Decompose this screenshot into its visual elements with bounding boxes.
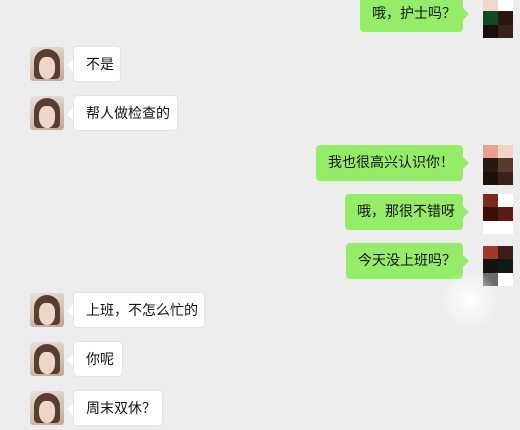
message-text: 上班，不怎么忙的 xyxy=(86,303,198,319)
message-text: 你呢 xyxy=(86,352,114,368)
avatar-face xyxy=(39,57,55,79)
message-bubble-incoming[interactable]: 帮人做检查的 xyxy=(73,95,178,131)
message-bubble-incoming[interactable]: 不是 xyxy=(73,46,121,82)
contact-avatar-woman[interactable] xyxy=(30,342,64,376)
message-bubble-outgoing[interactable]: 我也很高兴认识你！ xyxy=(316,145,463,181)
contact-avatar-woman[interactable] xyxy=(30,47,64,81)
avatar-face xyxy=(39,401,55,423)
message-text: 周末双休？ xyxy=(86,401,156,417)
contact-avatar-woman[interactable] xyxy=(30,293,64,327)
contact-avatar-woman[interactable] xyxy=(30,96,64,130)
bubble-tail xyxy=(463,206,469,218)
contact-avatar-woman[interactable] xyxy=(30,391,64,425)
bubble-tail xyxy=(463,8,469,20)
contact-avatar-self[interactable] xyxy=(483,145,513,185)
message-text: 哦，那很不错呀 xyxy=(357,204,455,220)
message-bubble-incoming[interactable]: 你呢 xyxy=(73,341,123,377)
contact-avatar-self[interactable] xyxy=(483,194,513,234)
message-text: 帮人做检查的 xyxy=(86,106,170,122)
avatar-face xyxy=(39,106,55,128)
message-bubble-outgoing[interactable]: 哦，护士吗？ xyxy=(360,0,463,32)
message-text: 我也很高兴认识你！ xyxy=(328,155,454,171)
message-bubble-incoming[interactable]: 上班，不怎么忙的 xyxy=(73,292,205,328)
message-text: 不是 xyxy=(86,57,114,73)
chat-thread[interactable]: 哦，护士吗？ 不是 帮人做检查的 我也很高兴认识你！ 哦，那很不错呀 今天没上班… xyxy=(0,0,520,430)
message-text: 哦，护士吗？ xyxy=(372,6,456,22)
message-bubble-outgoing[interactable]: 哦，那很不错呀 xyxy=(345,194,463,230)
bubble-tail xyxy=(463,157,469,169)
background-fade xyxy=(440,270,500,330)
avatar-face xyxy=(39,352,55,374)
contact-avatar-self[interactable] xyxy=(483,0,513,38)
avatar-face xyxy=(39,303,55,325)
bubble-tail xyxy=(463,255,469,267)
message-bubble-incoming[interactable]: 周末双休？ xyxy=(73,390,163,426)
message-text: 今天没上班吗？ xyxy=(358,253,456,269)
